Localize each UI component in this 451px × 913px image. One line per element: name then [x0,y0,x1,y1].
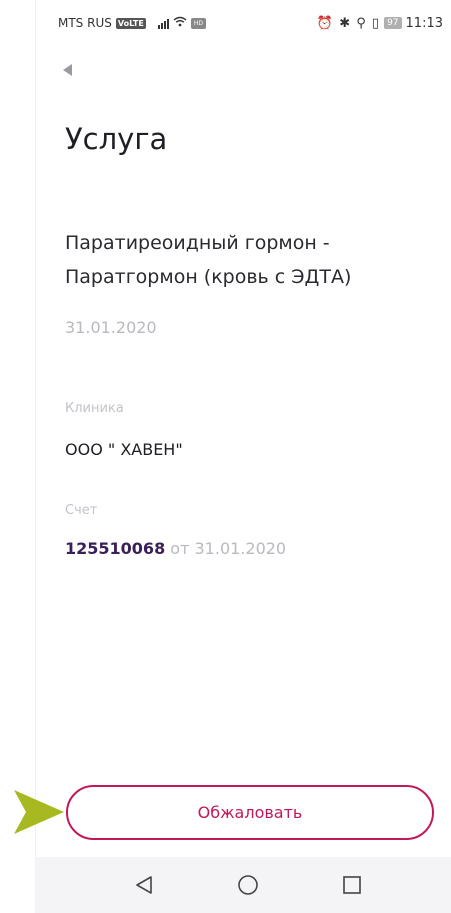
nav-recents-icon[interactable] [337,870,367,900]
navigation-bar [36,857,451,913]
account-label: Счет [65,503,98,518]
battery-icon: 97 [384,17,402,29]
volte-icon: VoLTE [115,17,146,29]
status-bar: MTS RUS VoLTE HD ⏰ ✱ ⚲ ▯ 97 11:13 [58,12,443,34]
signal-icon [157,18,169,29]
pointer-arrow-icon [14,790,64,838]
clock: 11:13 [405,15,443,31]
account-separator: от [170,539,190,558]
service-name: Паратиреоидный гормон - Паратгормон (кро… [65,232,352,288]
nav-home-icon[interactable] [233,870,263,900]
nav-back-icon[interactable] [129,870,159,900]
status-right: ⏰ ✱ ⚲ ▯ 97 11:13 [317,16,443,31]
wifi-icon [173,16,187,30]
account-number-link[interactable]: 125510068 [65,539,165,558]
hd-icon: HD [190,17,206,29]
account-row: 125510068 от 31.01.2020 [65,539,286,558]
clinic-value: ООО " ХАВЕН" [65,440,183,459]
account-date: 31.01.2020 [194,539,287,558]
screen: MTS RUS VoLTE HD ⏰ ✱ ⚲ ▯ 97 11:13 Услуга… [0,0,451,913]
status-left: MTS RUS VoLTE HD [58,16,206,30]
status-icons: ⏰ ✱ ⚲ ▯ [316,15,381,31]
appeal-button[interactable]: Обжаловать [66,785,434,840]
page-title: Услуга [65,122,168,156]
service-date: 31.01.2020 [65,318,157,337]
carrier-label: MTS RUS [58,16,112,30]
clinic-label: Клиника [65,401,124,416]
back-triangle-icon[interactable] [63,64,77,78]
